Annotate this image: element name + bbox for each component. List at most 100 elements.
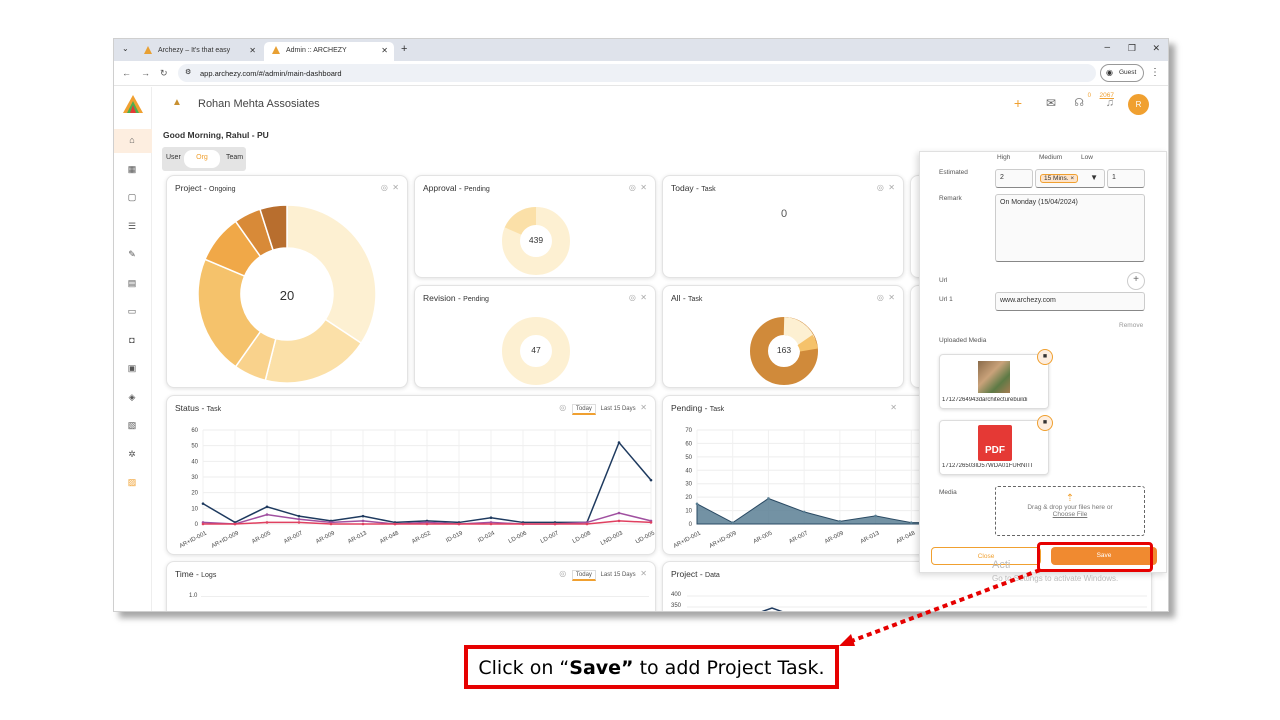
chat-icon[interactable]: ☊ bbox=[1074, 96, 1084, 109]
edit-icon[interactable]: ✎ bbox=[126, 249, 138, 261]
report-icon[interactable]: ▤ bbox=[126, 278, 138, 290]
data-point[interactable] bbox=[361, 522, 365, 526]
data-point[interactable] bbox=[265, 521, 269, 524]
data-point[interactable] bbox=[874, 514, 877, 518]
close-tab-icon[interactable]: ✕ bbox=[249, 46, 256, 55]
data-point[interactable] bbox=[617, 511, 621, 515]
tab-archezy-home[interactable]: Archezy – It's that easy ✕ bbox=[136, 42, 262, 61]
data-point[interactable] bbox=[457, 522, 461, 526]
close-window-icon[interactable]: ✕ bbox=[1152, 43, 1160, 54]
reload-icon[interactable]: ↻ bbox=[160, 68, 168, 79]
hide-icon[interactable]: ◎ bbox=[629, 183, 636, 192]
add-url-button[interactable]: + bbox=[1127, 272, 1145, 290]
uploaded-pdf-card[interactable]: PDF 1712726503ID57WDA01FURNITI bbox=[939, 420, 1049, 475]
close-card-icon[interactable]: ✕ bbox=[640, 293, 647, 302]
remark-textarea[interactable]: On Monday (15/04/2024) bbox=[995, 194, 1145, 262]
data-point[interactable] bbox=[617, 519, 621, 523]
browser-menu-icon[interactable]: ⋮ bbox=[1150, 67, 1160, 78]
url1-input[interactable]: www.archezy.com bbox=[995, 292, 1145, 311]
choose-file-link[interactable]: Choose File bbox=[996, 511, 1144, 518]
hide-icon[interactable]: ◎ bbox=[877, 183, 884, 192]
data-point[interactable] bbox=[617, 441, 621, 444]
data-point[interactable] bbox=[265, 505, 269, 509]
scope-user-tab[interactable]: User bbox=[166, 154, 181, 161]
uploaded-image-card[interactable]: 17127264943darchitecturebuildi bbox=[939, 354, 1049, 409]
scope-team-tab[interactable]: Team bbox=[226, 154, 243, 161]
book-icon[interactable]: ▭ bbox=[126, 306, 138, 318]
estimated-value-input[interactable]: 2 bbox=[995, 169, 1033, 188]
data-point[interactable] bbox=[909, 521, 913, 524]
chip-remove-icon[interactable]: × bbox=[1070, 175, 1074, 182]
guest-profile-button[interactable]: ◉ Guest bbox=[1100, 64, 1144, 82]
close-card-icon[interactable]: ✕ bbox=[392, 183, 399, 192]
close-button[interactable]: Close bbox=[931, 547, 1041, 565]
add-icon[interactable]: + bbox=[1014, 95, 1022, 111]
data-point[interactable] bbox=[802, 510, 806, 514]
hide-icon[interactable]: ◎ bbox=[629, 293, 636, 302]
network-icon[interactable]: ✲ bbox=[126, 449, 138, 461]
shield-icon[interactable]: ◈ bbox=[126, 392, 138, 404]
folder-icon[interactable]: ▣ bbox=[126, 363, 138, 375]
data-point[interactable] bbox=[425, 522, 429, 526]
new-tab-icon[interactable]: + bbox=[401, 43, 407, 55]
data-point[interactable] bbox=[731, 521, 735, 524]
data-point[interactable] bbox=[297, 518, 301, 521]
tab-admin-dashboard[interactable]: Admin :: ARCHEZY ✕ bbox=[264, 42, 394, 61]
briefcase-icon[interactable]: ◘ bbox=[126, 335, 138, 347]
lock-icon[interactable]: ▨ bbox=[126, 477, 138, 489]
site-info-icon[interactable]: ⚙ bbox=[185, 68, 191, 76]
url-field[interactable]: ⚙ app.archezy.com/#/admin/main-dashboard bbox=[178, 64, 1096, 82]
hide-icon[interactable]: ◎ bbox=[381, 183, 388, 192]
data-point[interactable] bbox=[649, 478, 653, 482]
data-point[interactable] bbox=[767, 497, 770, 500]
estimated-unit-select[interactable]: 15 Mins. × ▼ bbox=[1035, 169, 1105, 188]
calculator-icon[interactable]: ▦ bbox=[126, 164, 138, 176]
data-point[interactable] bbox=[201, 502, 205, 505]
last-15-days-button[interactable]: Last 15 Days bbox=[598, 571, 639, 579]
forward-icon[interactable]: → bbox=[141, 68, 150, 78]
close-card-icon[interactable]: ✕ bbox=[640, 183, 647, 192]
dropdown-arrow-icon[interactable]: ▼ bbox=[1090, 173, 1098, 182]
remove-url-link[interactable]: Remove bbox=[1119, 322, 1143, 329]
data-point[interactable] bbox=[393, 522, 397, 526]
close-card-icon[interactable]: ✕ bbox=[888, 293, 895, 302]
data-point[interactable] bbox=[361, 514, 365, 518]
data-point[interactable] bbox=[201, 522, 205, 526]
sidebar-item-home[interactable]: ⌂ bbox=[114, 129, 152, 153]
estimated-count-input[interactable]: 1 bbox=[1107, 169, 1145, 188]
clipboard-icon[interactable]: ▢ bbox=[126, 192, 138, 204]
data-point[interactable] bbox=[489, 522, 493, 526]
delete-media-button[interactable]: ■ bbox=[1037, 349, 1053, 365]
scope-org-tab[interactable]: Org bbox=[184, 150, 220, 168]
pie-slice[interactable] bbox=[286, 204, 377, 345]
delete-media-button[interactable]: ■ bbox=[1037, 415, 1053, 431]
maximize-icon[interactable]: ❐ bbox=[1128, 43, 1136, 54]
task-icon[interactable]: ▧ bbox=[126, 420, 138, 432]
media-dropzone[interactable]: ⇡ Drag & drop your files here or Choose … bbox=[995, 486, 1145, 536]
data-point[interactable] bbox=[361, 519, 365, 523]
data-point[interactable] bbox=[521, 522, 525, 526]
close-tab-icon[interactable]: ✕ bbox=[381, 46, 388, 55]
mail-icon[interactable]: ✉ bbox=[1046, 96, 1056, 110]
data-point[interactable] bbox=[297, 521, 301, 524]
data-point[interactable] bbox=[297, 514, 301, 518]
close-card-icon[interactable]: ✕ bbox=[888, 183, 895, 192]
tab-list-icon[interactable]: ⌄ bbox=[122, 44, 129, 53]
minimize-icon[interactable]: – bbox=[1104, 42, 1110, 53]
back-icon[interactable]: ← bbox=[122, 68, 131, 78]
data-point[interactable] bbox=[265, 513, 269, 516]
data-point[interactable] bbox=[553, 522, 557, 526]
list-icon[interactable]: ☰ bbox=[126, 221, 138, 233]
data-point[interactable] bbox=[838, 520, 842, 523]
data-point[interactable] bbox=[695, 502, 699, 506]
close-card-icon[interactable]: ✕ bbox=[640, 569, 647, 578]
data-point[interactable] bbox=[649, 521, 653, 524]
hide-icon[interactable]: ◎ bbox=[877, 293, 884, 302]
data-point[interactable] bbox=[585, 522, 589, 526]
avatar[interactable]: R bbox=[1128, 94, 1149, 115]
data-point[interactable] bbox=[489, 516, 493, 520]
today-filter-button[interactable]: Today bbox=[571, 570, 596, 581]
data-point[interactable] bbox=[329, 522, 333, 526]
hide-icon[interactable]: ◎ bbox=[559, 569, 566, 578]
data-point[interactable] bbox=[233, 522, 237, 526]
